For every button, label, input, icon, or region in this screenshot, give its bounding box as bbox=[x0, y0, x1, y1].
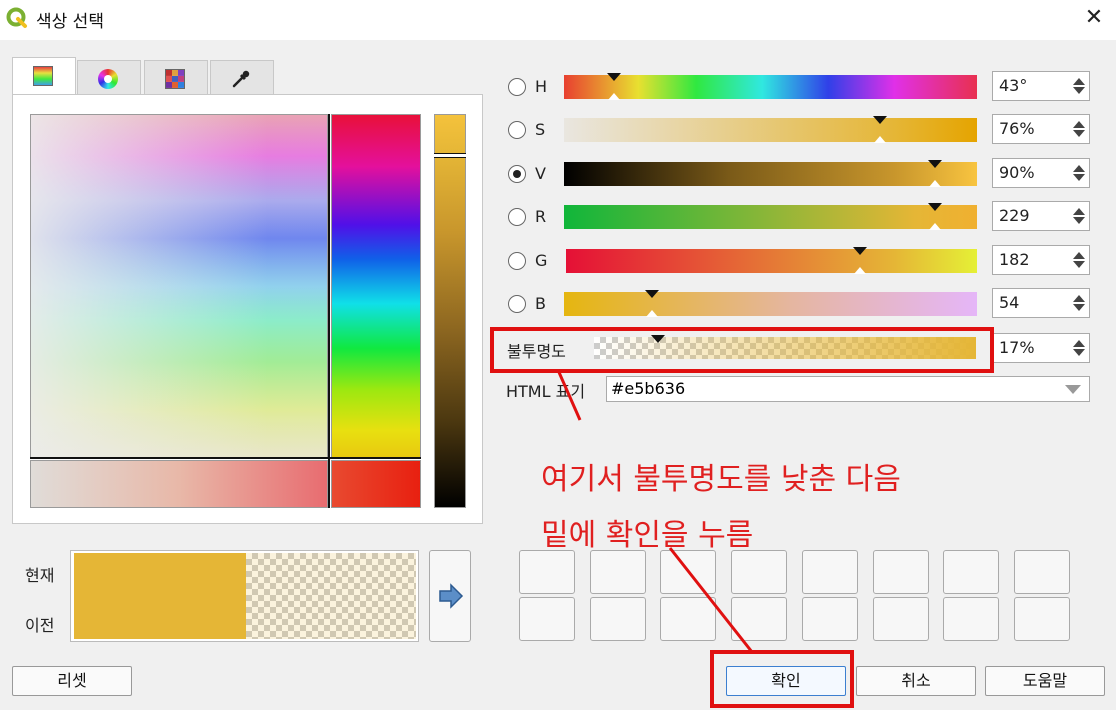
color-ramp-icon bbox=[33, 66, 53, 86]
annotation-line-to-ok bbox=[668, 547, 754, 653]
annotation-text-line2: 밑에 확인을 누름 bbox=[541, 518, 754, 553]
annotation-arrows bbox=[556, 369, 754, 653]
annotation-line-to-opacity bbox=[556, 369, 582, 421]
tab-color-ramp[interactable] bbox=[12, 57, 76, 94]
annotation-text-line1: 여기서 불투명도를 낮춘 다음 bbox=[541, 462, 901, 497]
